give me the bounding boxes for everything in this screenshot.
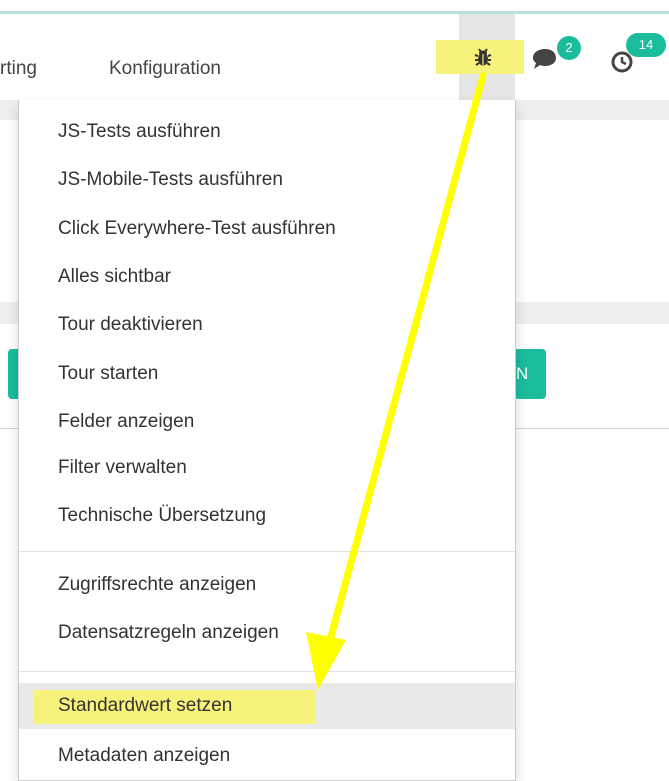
annotation-arrow bbox=[306, 72, 487, 690]
